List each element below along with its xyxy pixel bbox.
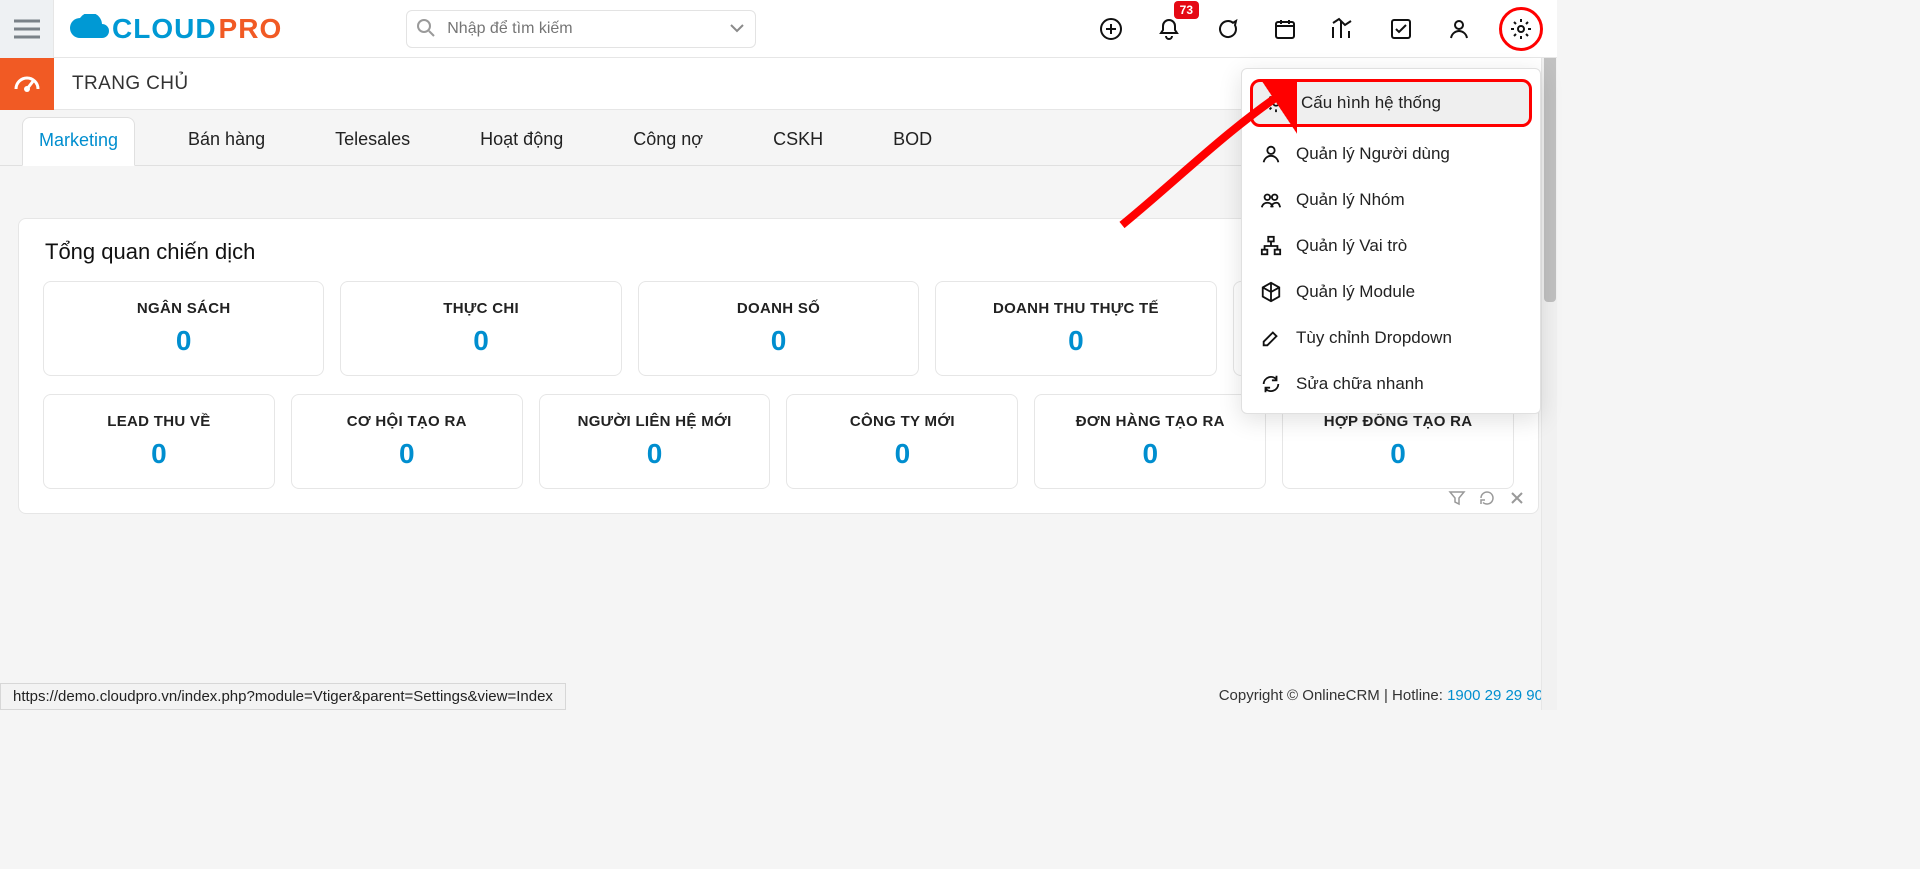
- metric-card: CÔNG TY MỚI 0: [786, 394, 1018, 489]
- filter-icon[interactable]: [1448, 489, 1466, 507]
- plus-circle-icon: [1099, 17, 1123, 41]
- dropdown-item-quick-fix[interactable]: Sửa chữa nhanh: [1242, 361, 1540, 407]
- copyright: Copyright © OnlineCRM | Hotline: 1900 29…: [1219, 687, 1543, 704]
- metric-label: CƠ HỘI TẠO RA: [300, 413, 514, 430]
- edit-icon: [1260, 327, 1282, 349]
- metric-value: 0: [1043, 438, 1257, 470]
- dropdown-item-label: Quản lý Module: [1296, 282, 1415, 302]
- tab-bod[interactable]: BOD: [876, 116, 949, 165]
- module-icon: [1260, 281, 1282, 303]
- bell-icon: [1157, 17, 1181, 41]
- home-icon-tile[interactable]: [0, 58, 54, 110]
- metric-card: ĐƠN HÀNG TẠO RA 0: [1034, 394, 1266, 489]
- user-icon: [1447, 17, 1471, 41]
- hotline-link[interactable]: 1900 29 29 90: [1447, 687, 1543, 704]
- analytics-button[interactable]: [1325, 11, 1361, 47]
- dropdown-item-system-config[interactable]: Cấu hình hệ thống: [1250, 79, 1532, 127]
- metric-card: LEAD THU VỀ 0: [43, 394, 275, 489]
- metric-label: DOANH SỐ: [647, 300, 910, 317]
- dropdown-item-modules[interactable]: Quản lý Module: [1242, 269, 1540, 315]
- tab-marketing[interactable]: Marketing: [22, 117, 135, 166]
- tree-icon: [1260, 235, 1282, 257]
- copyright-text: Copyright © OnlineCRM | Hotline:: [1219, 687, 1447, 704]
- dropdown-item-users[interactable]: Quản lý Người dùng: [1242, 131, 1540, 177]
- calendar-button[interactable]: [1267, 11, 1303, 47]
- calendar-icon: [1273, 17, 1297, 41]
- dashboard-icon: [12, 69, 42, 99]
- logo-text-cloud: CLOUD: [112, 13, 217, 45]
- metric-value: 0: [944, 325, 1207, 357]
- user-icon: [1260, 143, 1282, 165]
- dropdown-item-dropdown-custom[interactable]: Tùy chỉnh Dropdown: [1242, 315, 1540, 361]
- search-input[interactable]: [406, 10, 756, 48]
- search-icon: [416, 18, 436, 38]
- metric-label: LEAD THU VỀ: [52, 413, 266, 430]
- metric-value: 0: [548, 438, 762, 470]
- metric-value: 0: [1291, 438, 1505, 470]
- chat-button[interactable]: [1209, 11, 1245, 47]
- hamburger-icon: [14, 19, 40, 39]
- metric-label: CÔNG TY MỚI: [795, 413, 1009, 430]
- dropdown-item-label: Quản lý Vai trò: [1296, 236, 1407, 256]
- metric-label: NGÂN SÁCH: [52, 300, 315, 317]
- tab-hoat-dong[interactable]: Hoạt động: [463, 116, 580, 165]
- dropdown-item-label: Sửa chữa nhanh: [1296, 374, 1424, 394]
- dropdown-item-label: Quản lý Nhóm: [1296, 190, 1405, 210]
- metric-card: CƠ HỘI TẠO RA 0: [291, 394, 523, 489]
- dropdown-item-groups[interactable]: Quản lý Nhóm: [1242, 177, 1540, 223]
- cloud-icon: [68, 14, 110, 44]
- group-icon: [1260, 189, 1282, 211]
- metric-value: 0: [795, 438, 1009, 470]
- vertical-scrollbar[interactable]: [1541, 0, 1557, 710]
- metric-value: 0: [52, 438, 266, 470]
- check-square-icon: [1389, 17, 1413, 41]
- tasks-button[interactable]: [1383, 11, 1419, 47]
- metric-label: ĐƠN HÀNG TẠO RA: [1043, 413, 1257, 430]
- menu-button[interactable]: [0, 0, 54, 58]
- notification-badge: 73: [1174, 1, 1199, 19]
- close-icon[interactable]: [1508, 489, 1526, 507]
- gear-icon: [1509, 17, 1533, 41]
- logo-text-pro: PRO: [219, 13, 283, 45]
- browser-statusbar: https://demo.cloudpro.vn/index.php?modul…: [0, 683, 566, 710]
- page-title: TRANG CHỦ: [54, 73, 189, 95]
- settings-button[interactable]: [1499, 7, 1543, 51]
- add-button[interactable]: [1093, 11, 1129, 47]
- metric-value: 0: [52, 325, 315, 357]
- metric-value: 0: [349, 325, 612, 357]
- metric-label: NGƯỜI LIÊN HỆ MỚI: [548, 413, 762, 430]
- refresh-icon: [1260, 373, 1282, 395]
- metric-card: NGÂN SÁCH 0: [43, 281, 324, 376]
- tab-cskh[interactable]: CSKH: [756, 116, 840, 165]
- chevron-down-icon[interactable]: [728, 19, 746, 37]
- notifications-button[interactable]: 73: [1151, 11, 1187, 47]
- tab-ban-hang[interactable]: Bán hàng: [171, 116, 282, 165]
- metric-label: HỢP ĐỒNG TẠO RA: [1291, 413, 1505, 430]
- metric-card: NGƯỜI LIÊN HỆ MỚI 0: [539, 394, 771, 489]
- user-button[interactable]: [1441, 11, 1477, 47]
- dropdown-item-label: Quản lý Người dùng: [1296, 144, 1450, 164]
- dropdown-item-label: Cấu hình hệ thống: [1301, 93, 1441, 113]
- metric-value: 0: [300, 438, 514, 470]
- tab-telesales[interactable]: Telesales: [318, 116, 427, 165]
- tab-cong-no[interactable]: Công nợ: [616, 116, 720, 165]
- logo[interactable]: CLOUDPRO: [54, 0, 296, 58]
- refresh-icon[interactable]: [1478, 489, 1496, 507]
- metric-label: DOANH THU THỰC TẾ: [944, 300, 1207, 317]
- dropdown-item-roles[interactable]: Quản lý Vai trò: [1242, 223, 1540, 269]
- metric-label: THỰC CHI: [349, 300, 612, 317]
- settings-dropdown: Cấu hình hệ thống Quản lý Người dùng Quả…: [1241, 68, 1541, 414]
- metric-card: DOANH SỐ 0: [638, 281, 919, 376]
- chart-icon: [1330, 17, 1356, 41]
- dropdown-item-label: Tùy chỉnh Dropdown: [1296, 328, 1452, 348]
- metric-value: 0: [647, 325, 910, 357]
- gear-icon: [1265, 92, 1287, 114]
- metric-card: DOANH THU THỰC TẾ 0: [935, 281, 1216, 376]
- metric-card: THỰC CHI 0: [340, 281, 621, 376]
- chat-icon: [1215, 17, 1239, 41]
